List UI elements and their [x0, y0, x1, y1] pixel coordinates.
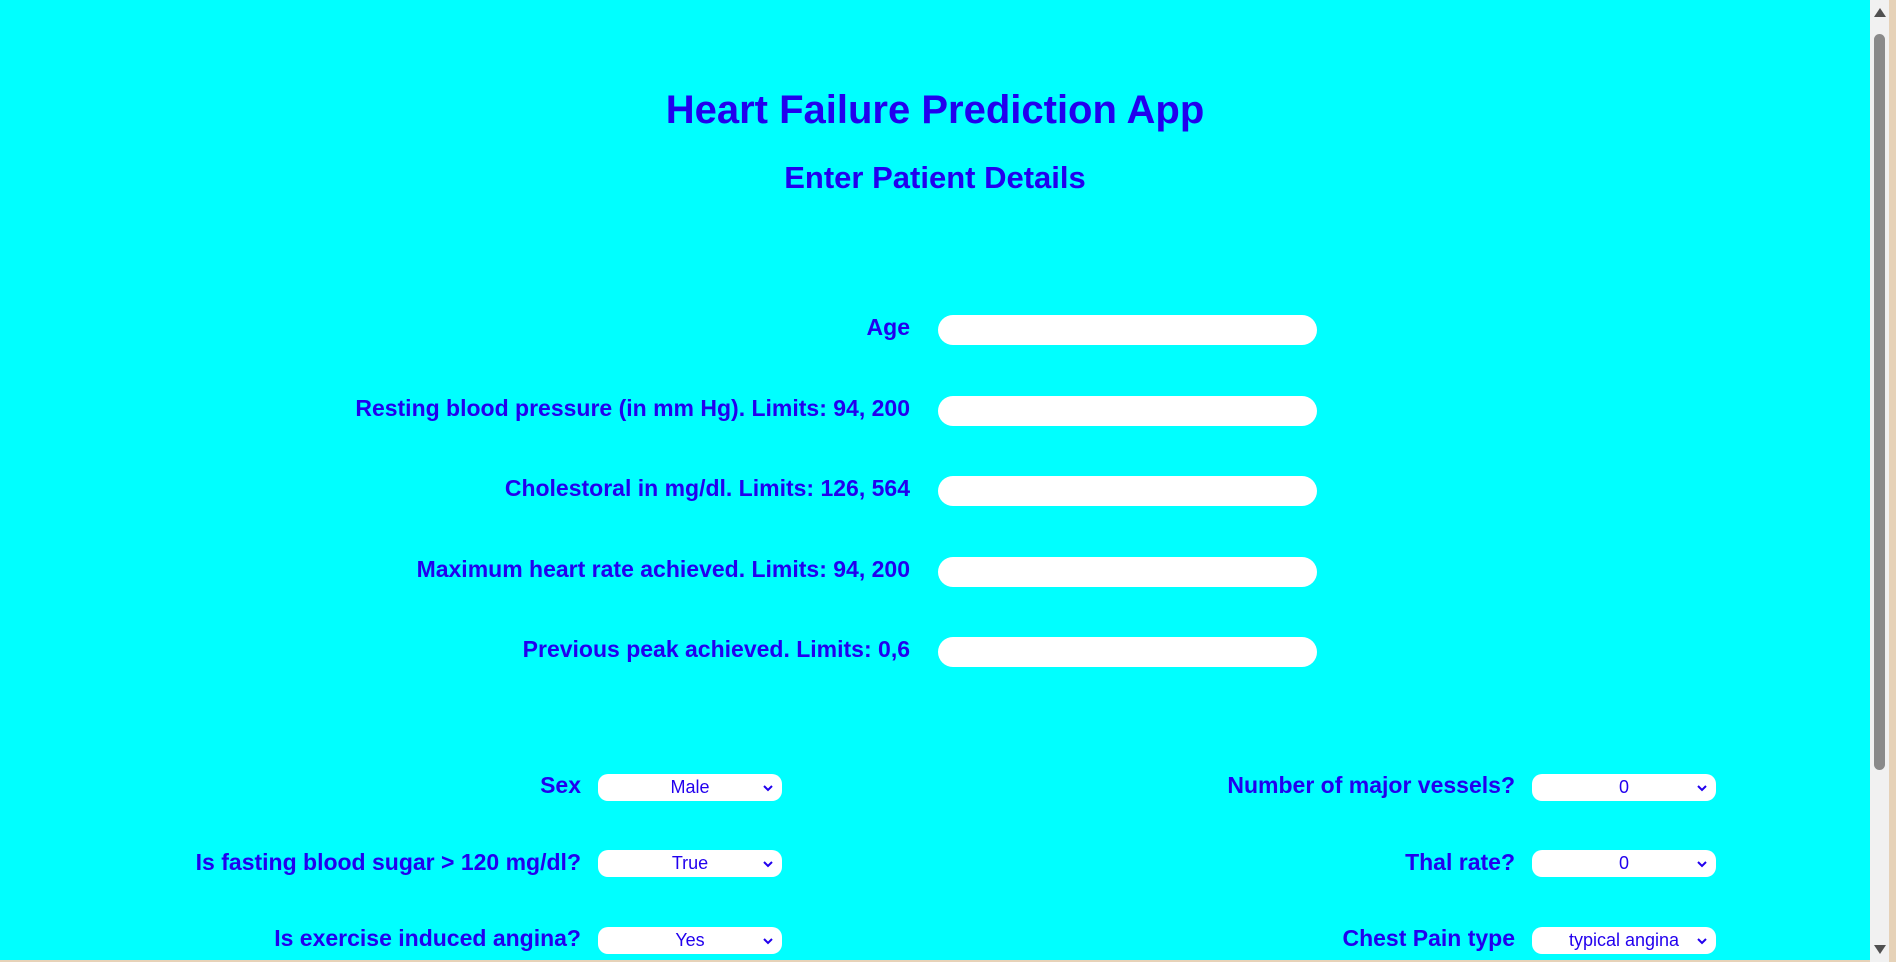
- chevron-down-icon: [763, 938, 773, 945]
- scrollbar-thumb[interactable]: [1874, 34, 1885, 770]
- sex-select-value: Male: [670, 777, 710, 797]
- chevron-down-icon: [763, 861, 773, 868]
- sex-select[interactable]: Male: [598, 774, 782, 801]
- cholesterol-input[interactable]: [938, 476, 1317, 506]
- chevron-down-icon: [763, 785, 773, 792]
- cholesterol-label: Cholestoral in mg/dl. Limits: 126, 564: [504, 475, 910, 501]
- previous-peak-label: Previous peak achieved. Limits: 0,6: [522, 636, 910, 662]
- chevron-down-icon: [1697, 938, 1707, 945]
- thal-rate-select-value: 0: [1618, 853, 1629, 873]
- chevron-down-icon: [1697, 785, 1707, 792]
- resting-bp-input[interactable]: [938, 396, 1317, 426]
- fasting-blood-sugar-label: Is fasting blood sugar > 120 mg/dl?: [195, 849, 581, 875]
- major-vessels-label: Number of major vessels?: [1227, 772, 1515, 798]
- page-subtitle: Enter Patient Details: [784, 160, 1086, 195]
- chevron-down-icon: [1697, 861, 1707, 868]
- age-input[interactable]: [938, 315, 1317, 345]
- age-label: Age: [866, 314, 910, 340]
- thal-rate-select[interactable]: 0: [1532, 850, 1716, 877]
- fasting-blood-sugar-select-value: True: [671, 853, 709, 873]
- max-heart-rate-input[interactable]: [938, 557, 1317, 587]
- fasting-blood-sugar-select[interactable]: True: [598, 850, 782, 877]
- page-title: Heart Failure Prediction App: [665, 88, 1205, 132]
- chest-pain-select-value: typical angina: [1568, 930, 1680, 950]
- app-page: Heart Failure Prediction App Enter Patie…: [0, 0, 1896, 962]
- scroll-up-arrow-icon[interactable]: [1874, 8, 1886, 17]
- window-edge: [1889, 0, 1896, 962]
- chest-pain-label: Chest Pain type: [1342, 925, 1515, 951]
- exercise-angina-select-value: Yes: [675, 930, 705, 950]
- vertical-scrollbar[interactable]: [1870, 0, 1889, 962]
- exercise-angina-label: Is exercise induced angina?: [274, 925, 581, 951]
- thal-rate-label: Thal rate?: [1405, 849, 1515, 875]
- scroll-down-arrow-icon[interactable]: [1874, 945, 1886, 954]
- exercise-angina-select[interactable]: Yes: [598, 927, 782, 954]
- major-vessels-select-value: 0: [1618, 777, 1629, 797]
- max-heart-rate-label: Maximum heart rate achieved. Limits: 94,…: [416, 556, 910, 582]
- sex-label: Sex: [540, 772, 581, 798]
- chest-pain-select[interactable]: typical angina: [1532, 927, 1716, 954]
- major-vessels-select[interactable]: 0: [1532, 774, 1716, 801]
- previous-peak-input[interactable]: [938, 637, 1317, 667]
- resting-bp-label: Resting blood pressure (in mm Hg). Limit…: [355, 395, 910, 421]
